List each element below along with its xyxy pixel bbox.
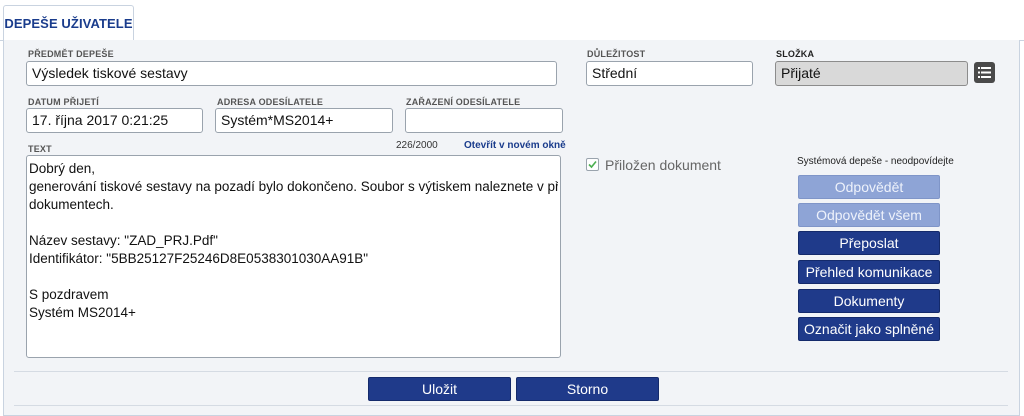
priority-field[interactable]: Střední <box>586 61 753 86</box>
character-counter: 226/2000 <box>396 140 438 151</box>
text-line: Dobrý den, <box>29 161 96 176</box>
bottom-divider <box>14 405 1008 406</box>
attachment-label: Přiložen dokument <box>605 157 721 173</box>
sender-address-field[interactable]: Systém*MS2014+ <box>215 108 393 133</box>
text-label: TEXT <box>28 144 52 154</box>
open-in-new-window-link[interactable]: Otevřít v novém okně <box>464 140 566 151</box>
tab-user-messages[interactable]: DEPEŠE UŽIVATELE <box>3 5 134 42</box>
sender-classification-label: ZAŘAZENÍ ODESÍLATELE <box>406 97 521 107</box>
text-line: generování tiskové sestavy na pozadí byl… <box>29 179 558 194</box>
footer-divider <box>14 371 1008 372</box>
text-line: Systém MS2014+ <box>29 305 136 320</box>
forward-button[interactable]: Přeposlat <box>798 231 940 255</box>
subject-field[interactable]: Výsledek tiskové sestavy <box>26 61 557 86</box>
priority-label: DŮLEŽITOST <box>587 49 646 59</box>
received-date-label: DATUM PŘIJETÍ <box>28 97 99 107</box>
checkmark-icon <box>588 160 597 169</box>
text-line: dokumentech. <box>29 197 114 212</box>
text-line: Identifikátor: "5BB25127F25246D8E0538301… <box>29 251 369 266</box>
message-text-area[interactable]: Dobrý den, generování tiskové sestavy na… <box>26 155 561 358</box>
tab-bar: DEPEŠE UŽIVATELE <box>0 0 1024 42</box>
folder-field: Přijaté <box>775 61 968 86</box>
received-date-field[interactable]: 17. října 2017 0:21:25 <box>26 108 203 133</box>
attachment-checkbox[interactable] <box>586 158 599 171</box>
list-icon <box>978 67 991 78</box>
text-line <box>29 214 558 232</box>
text-line: Název sestavy: "ZAD_PRJ.Pdf" <box>29 233 218 248</box>
system-message-note: Systémová depeše - neodpovídejte <box>797 156 954 167</box>
documents-button[interactable]: Dokumenty <box>798 289 940 313</box>
folder-label: SLOŽKA <box>776 49 815 59</box>
subject-label: PŘEDMĚT DEPEŠE <box>28 49 114 59</box>
sender-classification-field[interactable] <box>405 108 563 133</box>
sender-address-label: ADRESA ODESÍLATELE <box>217 97 324 107</box>
folder-picker-button[interactable] <box>974 62 995 83</box>
text-line <box>29 268 558 286</box>
cancel-button[interactable]: Storno <box>516 377 659 401</box>
communication-overview-button[interactable]: Přehled komunikace <box>798 260 940 284</box>
reply-button[interactable]: Odpovědět <box>798 175 940 199</box>
text-line: S pozdravem <box>29 287 109 302</box>
reply-all-button[interactable]: Odpovědět všem <box>798 203 940 227</box>
save-button[interactable]: Uložit <box>368 377 511 401</box>
mark-as-done-button[interactable]: Označit jako splněné <box>798 317 940 341</box>
